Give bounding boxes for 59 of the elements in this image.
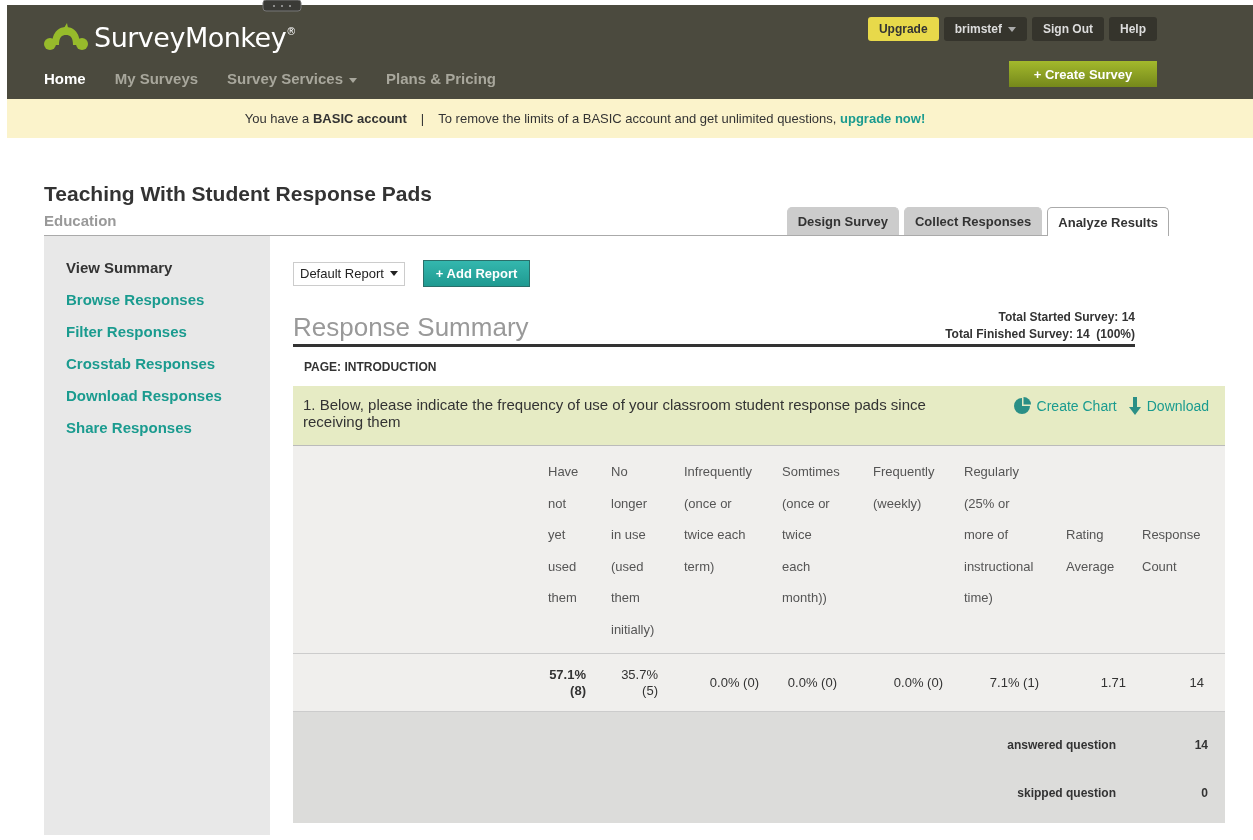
upgrade-message: To remove the limits of a BASIC account and get unlimited questions, upgrade now! — [438, 111, 926, 126]
table-cell-text: 35.7% (5) — [620, 666, 658, 699]
nav-link[interactable]: Survey Services — [227, 70, 357, 87]
column-header: Frequently (weekly) — [873, 463, 936, 513]
create-survey-button[interactable]: + Create Survey — [1009, 61, 1157, 87]
column-header: Have not yet used them — [548, 463, 580, 607]
sidebar-link[interactable]: Share Responses — [66, 418, 192, 450]
sidebar-link[interactable]: Browse Responses — [66, 290, 205, 322]
tab[interactable]: Collect Responses — [903, 207, 1043, 235]
table-cell-text: 14 — [1188, 674, 1204, 691]
nav-link[interactable]: Plans & Pricing — [386, 70, 497, 87]
account-notice: You have a BASIC account — [244, 111, 407, 126]
nav-link[interactable]: My Surveys — [114, 70, 199, 87]
summary-label: skipped question — [1016, 786, 1117, 800]
sidebar-link[interactable]: Download Responses — [66, 386, 222, 418]
pie-chart-icon — [1012, 397, 1031, 415]
table-cell: 57.1% (8) — [548, 666, 586, 699]
separator: | — [420, 111, 425, 126]
download-arrow-icon — [1128, 397, 1141, 415]
upgrade-button[interactable]: Upgrade — [867, 17, 939, 41]
report-dropdown[interactable]: Default Report — [293, 261, 405, 286]
column-header: Response Count — [1142, 526, 1202, 576]
caret-icon — [389, 271, 398, 276]
handle-icon — [262, 0, 302, 12]
section-heading: Response Summary — [293, 312, 529, 343]
upgrade-link[interactable]: upgrade now! — [840, 111, 926, 126]
summary-value: 0 — [1200, 786, 1209, 800]
summary-label: answered question — [1006, 738, 1117, 752]
tab[interactable]: Design Survey — [786, 207, 899, 235]
header-button[interactable]: Sign Out — [1032, 17, 1104, 41]
tab[interactable]: Analyze Results — [1047, 207, 1169, 236]
summary-value: 14 — [1193, 738, 1209, 752]
table-cell-text: 0.0% (0) — [708, 674, 759, 691]
monkey-logo-icon — [44, 23, 88, 51]
sidebar-link[interactable]: View Summary — [66, 258, 173, 290]
survey-total: Total Started Survey: 14 — [997, 309, 1135, 326]
add-report-button[interactable]: + Add Report — [422, 260, 531, 287]
account-menu-button[interactable]: brimstef — [943, 17, 1027, 41]
column-header: Regularly (25% or more of instructional time) — [964, 463, 1035, 607]
question-text: 1. Below, please indicate the frequency of use of your classroom student response pads since receiving them — [303, 396, 927, 432]
survey-total: Total Finished Survey: 14 (100%) — [945, 326, 1135, 343]
table-cell-text: 1.71 — [1099, 674, 1126, 691]
nav-link[interactable]: Home — [44, 70, 86, 87]
logo-text: SurveyMonkey$^{®}$ — [94, 21, 296, 53]
sidebar-link[interactable]: Crosstab Responses — [66, 354, 216, 386]
survey-title: Teaching With Student Response Pads — [44, 182, 432, 206]
survey-category: Education — [44, 212, 118, 231]
create-chart-link[interactable]: Create Chart — [1012, 397, 1117, 415]
table-cell-text: 0.0% (0) — [786, 674, 837, 691]
column-header: No longer in use (used them initially) — [611, 463, 656, 639]
caret-icon — [1008, 26, 1016, 32]
download-link[interactable]: Download — [1128, 397, 1209, 415]
page-label: PAGE: INTRODUCTION — [303, 359, 438, 376]
sidebar-link[interactable]: Filter Responses — [66, 322, 187, 354]
table-cell-text: 7.1% (1) — [988, 674, 1039, 691]
header-button[interactable]: Help — [1109, 17, 1157, 41]
column-header: Infrequently (once or twice each term) — [684, 463, 753, 576]
column-header: Rating Average — [1066, 526, 1116, 576]
table-cell-text: 0.0% (0) — [892, 674, 943, 691]
